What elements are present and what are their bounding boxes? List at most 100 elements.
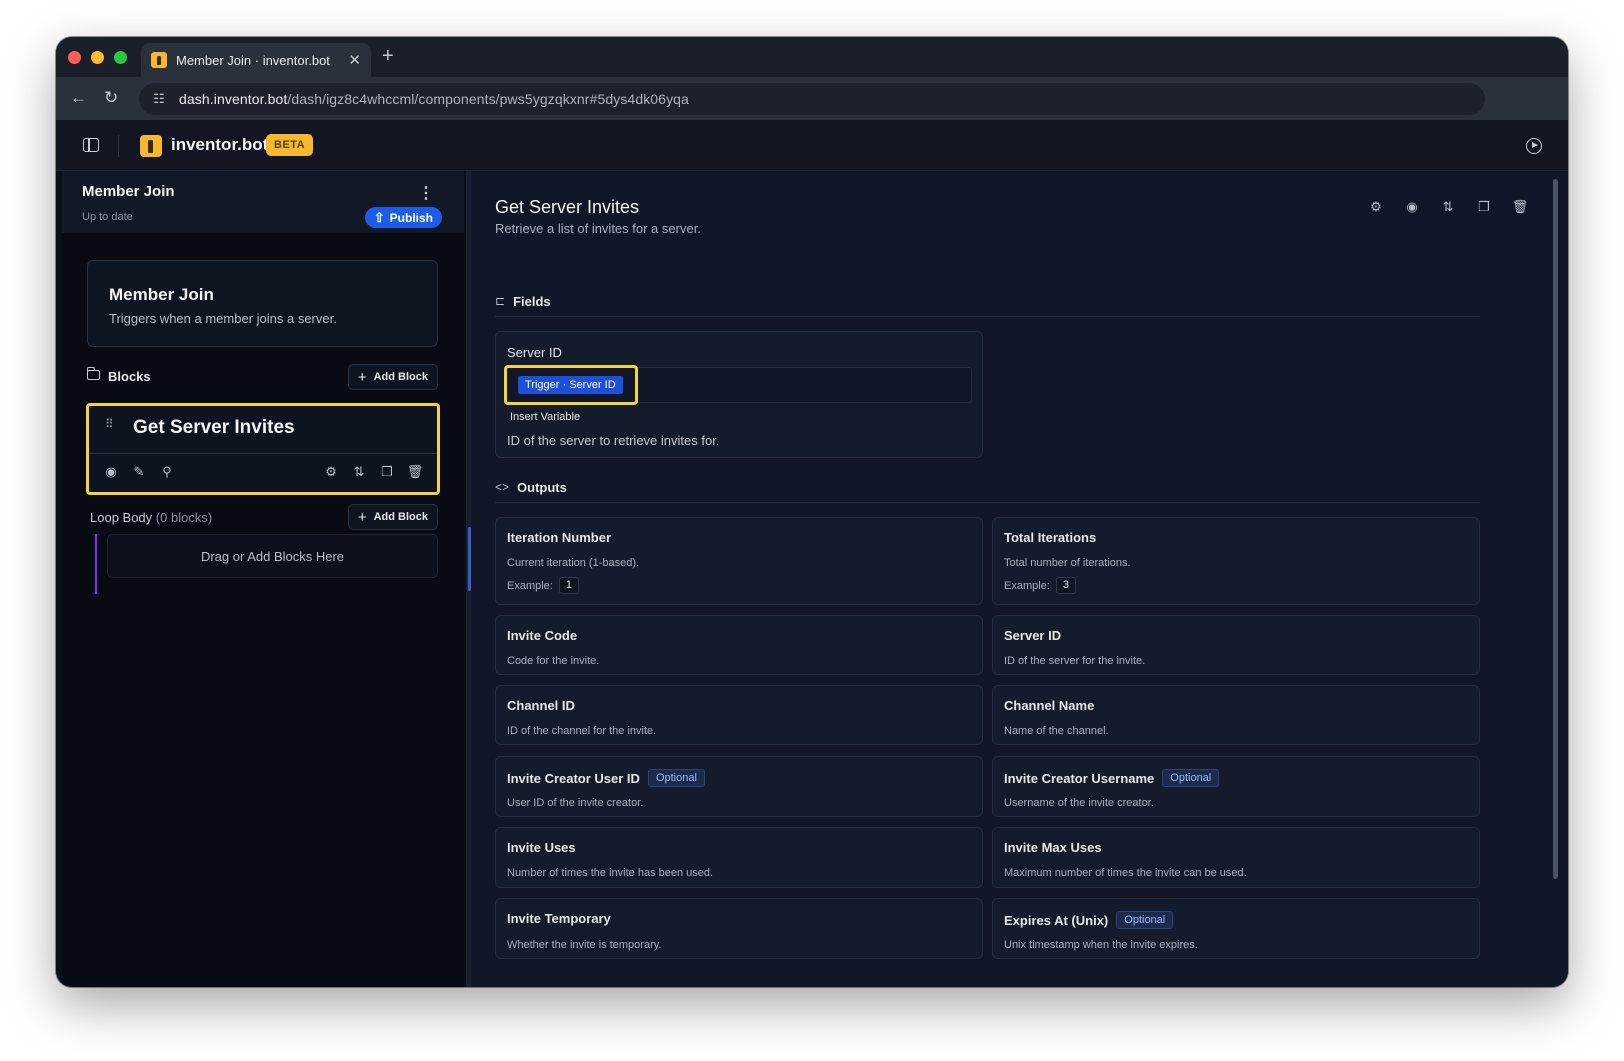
field-help: ID of the server to retrieve invites for… [507,433,720,448]
block-drop-zone[interactable]: Drag or Add Blocks Here [107,534,438,578]
output-name: Channel Name [1004,698,1094,713]
gear-icon[interactable]: ⚙ [1368,199,1384,215]
copy-icon[interactable]: ❐ [1476,199,1492,215]
tab-title: Member Join · inventor.bot [176,52,330,68]
output-description: Maximum number of times the invite can b… [1004,867,1247,879]
block-card-get-server-invites[interactable]: ⠿ Get Server Invites ◉ ✎ ⚲ ⚙ ⇅ ❐ 🗑 [86,403,440,495]
output-description: Code for the invite. [507,655,600,667]
output-card[interactable]: Invite Creator User ID Optional User ID of… [495,756,983,817]
maximize-window-button[interactable] [114,51,127,64]
tab-strip: Member Join · inventor.bot ✕ + [56,37,1568,77]
loop-indicator [95,534,97,594]
pin-icon[interactable]: ⚲ [159,464,175,480]
eye-icon[interactable]: ◉ [103,464,119,480]
browser-window: Member Join · inventor.bot ✕ + ← ↻ ☷ das… [56,37,1568,987]
pencil-icon[interactable]: ✎ [131,464,147,480]
output-card[interactable]: Invite Creator Username Optional Username … [992,756,1480,817]
plus-icon: + [357,508,367,526]
site-settings-icon[interactable]: ☷ [151,91,167,107]
trash-icon[interactable]: 🗑 [1512,199,1529,215]
output-card[interactable]: Total Iterations Total number of iteratio… [992,517,1480,605]
output-name-text: Expires At (Unix) [1004,912,1109,928]
copy-icon[interactable]: ❐ [379,464,395,480]
loop-add-block-button[interactable]: + Add Block [347,504,438,530]
address-bar[interactable]: ☷ dash.inventor.bot/dash/igz8c4whccml/co… [139,83,1485,115]
trigger-card[interactable]: Member Join Triggers when a member joins… [87,260,438,347]
output-card[interactable]: Iteration Number Current iteration (1-bas… [495,517,983,605]
folder-icon [86,367,100,380]
variable-chip[interactable]: Trigger · Server ID [518,376,623,394]
publish-button[interactable]: ⇧ Publish [364,207,442,228]
output-description: Total number of iterations. [1004,557,1131,569]
component-header: Member Join Up to date ⋮ ⇧ Publish [62,171,464,233]
output-card[interactable]: Invite Code Code for the invite. [495,615,983,675]
output-card[interactable]: Server ID ID of the server for the invite… [992,615,1480,675]
output-card[interactable]: Invite Max Uses Maximum number of times t… [992,827,1480,888]
new-tab-icon[interactable]: + [382,45,394,68]
save-status: Up to date [82,211,133,223]
fields-divider [495,316,1480,317]
sidebar-toggle-icon[interactable] [83,138,99,152]
block-card-header: ⠿ Get Server Invites [89,406,437,454]
output-name: Total Iterations [1004,530,1096,545]
output-name-text: Channel Name [1004,698,1095,713]
output-name: Invite Creator User ID Optional [507,769,705,787]
app-header: inventor.bot BETA [56,121,1568,171]
output-card[interactable]: Expires At (Unix) Optional Unix timestamp … [992,898,1480,959]
output-card[interactable]: Invite Uses Number of times the invite ha… [495,827,983,888]
tab-close-icon[interactable]: ✕ [348,51,361,69]
drag-handle-icon[interactable]: ⠿ [105,418,115,435]
gear-icon[interactable]: ⚙ [323,464,339,480]
component-title: Member Join [82,183,175,200]
url-text: dash.inventor.bot/dash/igz8c4whccml/comp… [179,91,689,107]
scrollbar[interactable] [1553,179,1558,879]
output-description: ID of the server for the invite. [1004,655,1146,667]
output-name: Expires At (Unix) Optional [1004,911,1174,929]
detail-title: Get Server Invites [495,197,640,217]
output-name: Channel ID [507,698,575,713]
reorder-icon[interactable]: ⇅ [1440,199,1456,215]
insert-variable-button[interactable]: Insert Variable [510,411,580,423]
optional-badge: Optional [1116,911,1174,929]
reorder-icon[interactable]: ⇅ [351,464,367,480]
more-options-icon[interactable]: ⋮ [418,183,434,203]
beta-badge: BETA [266,134,314,156]
block-detail-panel: Get Server Invites Retrieve a list of in… [471,171,1568,987]
run-icon[interactable] [1526,138,1542,154]
publish-label: Publish [389,210,433,225]
header-divider [118,135,119,157]
add-block-button[interactable]: + Add Block [347,364,438,390]
output-description: User ID of the invite creator. [507,797,644,809]
output-card[interactable]: Invite Temporary Whether the invite is te… [495,898,983,959]
brand-name[interactable]: inventor.bot [171,135,268,155]
block-title: Get Server Invites [133,417,295,438]
minimize-window-button[interactable] [91,51,104,64]
output-example: Example: 3 [1004,577,1076,594]
output-name: Invite Max Uses [1004,840,1102,855]
left-panel: Member Join Up to date ⋮ ⇧ Publish Membe… [62,171,464,987]
example-label: Example: [507,579,553,592]
output-description: Whether the invite is temporary. [507,939,662,951]
output-name-text: Invite Creator User ID [507,770,640,786]
close-window-button[interactable] [68,51,81,64]
reload-icon[interactable]: ↻ [104,88,118,108]
input-icon: ⊏ [495,294,506,308]
example-value: 3 [1055,577,1076,594]
output-description: Unix timestamp when the invite expires. [1004,939,1198,951]
output-card[interactable]: Channel Name Name of the channel. [992,685,1480,745]
trigger-description: Triggers when a member joins a server. [109,311,337,326]
outputs-divider [495,502,1480,503]
output-description: Current iteration (1-based). [507,557,640,569]
browser-tab[interactable]: Member Join · inventor.bot ✕ [141,43,371,77]
eye-icon[interactable]: ◉ [1404,199,1420,215]
optional-badge: Optional [647,769,705,787]
output-card[interactable]: Channel ID ID of the channel for the invi… [495,685,983,745]
block-actions: ◉ ✎ ⚲ ⚙ ⇅ ❐ 🗑 [89,454,437,492]
favicon-icon [151,52,167,68]
back-icon[interactable]: ← [70,88,87,108]
detail-actions: ⚙ ◉ ⇅ ❐ 🗑 [1368,199,1528,217]
add-block-label: Add Block [373,371,428,383]
brand-logo[interactable] [140,135,162,157]
trash-icon[interactable]: 🗑 [407,464,424,480]
output-name-text: Invite Uses [507,840,576,855]
